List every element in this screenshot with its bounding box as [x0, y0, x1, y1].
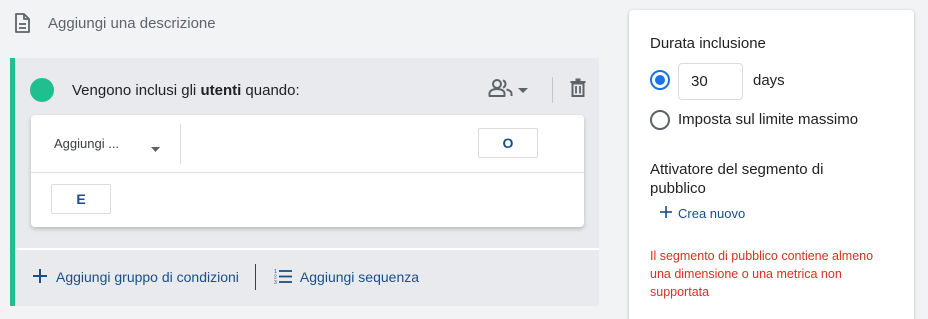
duration-unit-label: days — [753, 72, 785, 89]
svg-text:3: 3 — [274, 280, 277, 284]
add-condition-group-button[interactable]: Aggiungi gruppo di condizioni — [32, 268, 239, 287]
header-divider — [552, 77, 553, 103]
segment-status-dot — [30, 78, 54, 102]
add-description-text[interactable]: Aggiungi una descrizione — [48, 15, 216, 32]
add-condition-group-label: Aggiungi gruppo di condizioni — [56, 269, 239, 285]
segment-condition-card: Vengono inclusi gli utenti quando: Aggiu… — [10, 58, 599, 306]
sequence-list-icon: 1 2 3 — [274, 268, 292, 287]
header-bold-scope: utenti — [200, 81, 242, 99]
audience-segment-editor: Aggiungi una descrizione Vengono inclusi… — [0, 0, 928, 319]
segment-footer-actions: Aggiungi gruppo di condizioni 1 2 3 Aggi… — [32, 264, 419, 290]
create-new-trigger-button[interactable]: Crea nuovo — [660, 206, 745, 221]
document-icon — [12, 12, 32, 34]
max-limit-radio[interactable] — [650, 110, 670, 130]
and-button[interactable]: E — [51, 184, 111, 214]
dimension-select[interactable]: Aggiungi ... — [54, 133, 164, 153]
plus-icon — [660, 206, 672, 221]
create-new-label: Crea nuovo — [678, 206, 746, 221]
segment-header-text: Vengono inclusi gli utenti quando: — [72, 82, 300, 99]
description-row[interactable]: Aggiungi una descrizione — [12, 10, 216, 36]
segment-accent-bar — [10, 58, 15, 306]
condition-group: Aggiungi ... O E — [31, 115, 584, 227]
caret-down-icon — [151, 139, 160, 157]
or-button[interactable]: O — [478, 128, 538, 158]
footer-separator — [254, 264, 256, 290]
duration-days-radio[interactable] — [650, 70, 670, 90]
header-suffix: quando: — [241, 81, 300, 99]
card-footer-divider — [15, 248, 599, 250]
add-sequence-label: Aggiungi sequenza — [299, 269, 420, 285]
audience-trigger-title: Attivatore del segmento di pubblico — [650, 161, 824, 197]
duration-title: Durata inclusione — [650, 35, 766, 52]
dimension-select-label: Aggiungi ... — [54, 135, 120, 151]
add-sequence-button[interactable]: 1 2 3 Aggiungi sequenza — [274, 268, 419, 287]
condition-divider — [180, 124, 181, 164]
plus-icon — [32, 268, 48, 287]
condition-row-divider — [31, 172, 584, 173]
unsupported-warning-text: Il segmento di pubblico contiene almeno … — [650, 249, 874, 299]
segment-header: Vengono inclusi gli utenti quando: — [30, 75, 599, 105]
scope-selector-button[interactable] — [488, 77, 534, 103]
duration-days-input[interactable] — [678, 63, 743, 100]
delete-segment-button[interactable] — [566, 77, 590, 103]
header-prefix: Vengono inclusi gli — [72, 81, 201, 99]
chevron-down-icon — [518, 81, 528, 99]
segment-settings-panel: Durata inclusione days Imposta sul limit… — [629, 10, 914, 319]
people-icon — [488, 78, 514, 103]
trash-icon — [570, 78, 586, 102]
max-limit-label: Imposta sul limite massimo — [678, 111, 859, 128]
